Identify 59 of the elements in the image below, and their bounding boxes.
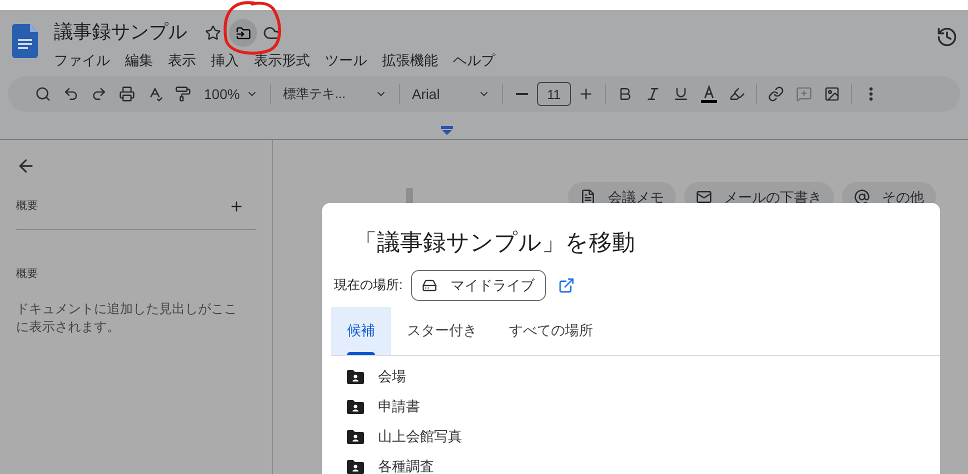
folder-row[interactable]: 申請書 [322, 392, 940, 422]
document-icon [580, 189, 596, 205]
drive-icon [422, 278, 437, 292]
folder-name: 各種調査 [378, 457, 434, 474]
outline-section-label: 概要 [16, 266, 39, 282]
undo-icon [63, 86, 79, 102]
history-icon[interactable] [936, 26, 958, 48]
open-in-new-icon[interactable] [558, 276, 575, 294]
location-chip[interactable]: マイドライブ [410, 270, 546, 300]
redo-icon [91, 86, 107, 102]
menu-item[interactable]: ファイル [54, 50, 110, 71]
docs-logo-icon[interactable] [12, 24, 38, 58]
at-sign-icon [854, 189, 870, 205]
increase-font-size-icon [578, 86, 594, 102]
document-title[interactable]: 議事録サンプル [54, 18, 187, 48]
folder-row[interactable]: 山上会館写真 [322, 422, 940, 452]
move-button[interactable] [229, 19, 257, 47]
font-size-field[interactable]: 11 [536, 82, 571, 106]
underline-icon [672, 86, 689, 102]
dialog-title: 「議事録サンプル」を移動 [354, 228, 636, 257]
zoom-dropdown[interactable]: 100% [198, 84, 264, 104]
location-tab[interactable]: 候補 [331, 306, 391, 354]
search-icon [35, 86, 51, 102]
folder-name: 山上会館写真 [378, 427, 462, 446]
location-tab[interactable]: スター付き [391, 306, 493, 354]
image-icon [824, 86, 840, 102]
outline-heading: 概要 [16, 199, 38, 214]
paint-format-icon [175, 86, 191, 102]
folder-move-icon [236, 26, 250, 40]
star-icon[interactable] [205, 25, 221, 41]
menu-item[interactable]: ヘルプ [453, 50, 495, 71]
italic-icon [644, 86, 661, 102]
menu-item[interactable]: ツール [325, 50, 367, 71]
outline-empty-text: ドキュメントに追加した見出しがここに表示されます。 [16, 300, 238, 336]
shared-folder-icon [347, 400, 364, 414]
shared-folder-icon [347, 370, 364, 384]
comment-icon [796, 86, 812, 102]
add-icon[interactable] [229, 198, 244, 214]
folder-name: 会場 [378, 367, 406, 386]
folder-row[interactable]: 各種調査 [322, 452, 940, 474]
menu-item[interactable]: 拡張機能 [382, 50, 438, 71]
menu-item[interactable]: 表示形式 [254, 50, 310, 71]
menu-item[interactable]: 挿入 [211, 50, 239, 71]
location-label: 現在の場所: [334, 276, 403, 294]
indent-marker-icon[interactable] [440, 126, 452, 136]
highlight-icon [728, 86, 745, 102]
mail-icon [696, 189, 712, 205]
menu-item[interactable]: 編集 [125, 50, 153, 71]
menu-item[interactable]: 表示 [168, 50, 196, 71]
more-icon [868, 87, 873, 101]
shared-folder-icon [347, 430, 364, 444]
location-tab[interactable]: すべての場所 [493, 306, 609, 354]
print-icon [119, 86, 135, 102]
cloud-icon[interactable] [263, 24, 281, 42]
folder-name: 申請書 [378, 397, 420, 416]
style-dropdown[interactable]: 標準テキ... [276, 84, 393, 104]
folder-row[interactable]: 会場 [322, 362, 940, 392]
font-dropdown[interactable]: Arial [406, 84, 496, 104]
link-icon [768, 86, 784, 102]
